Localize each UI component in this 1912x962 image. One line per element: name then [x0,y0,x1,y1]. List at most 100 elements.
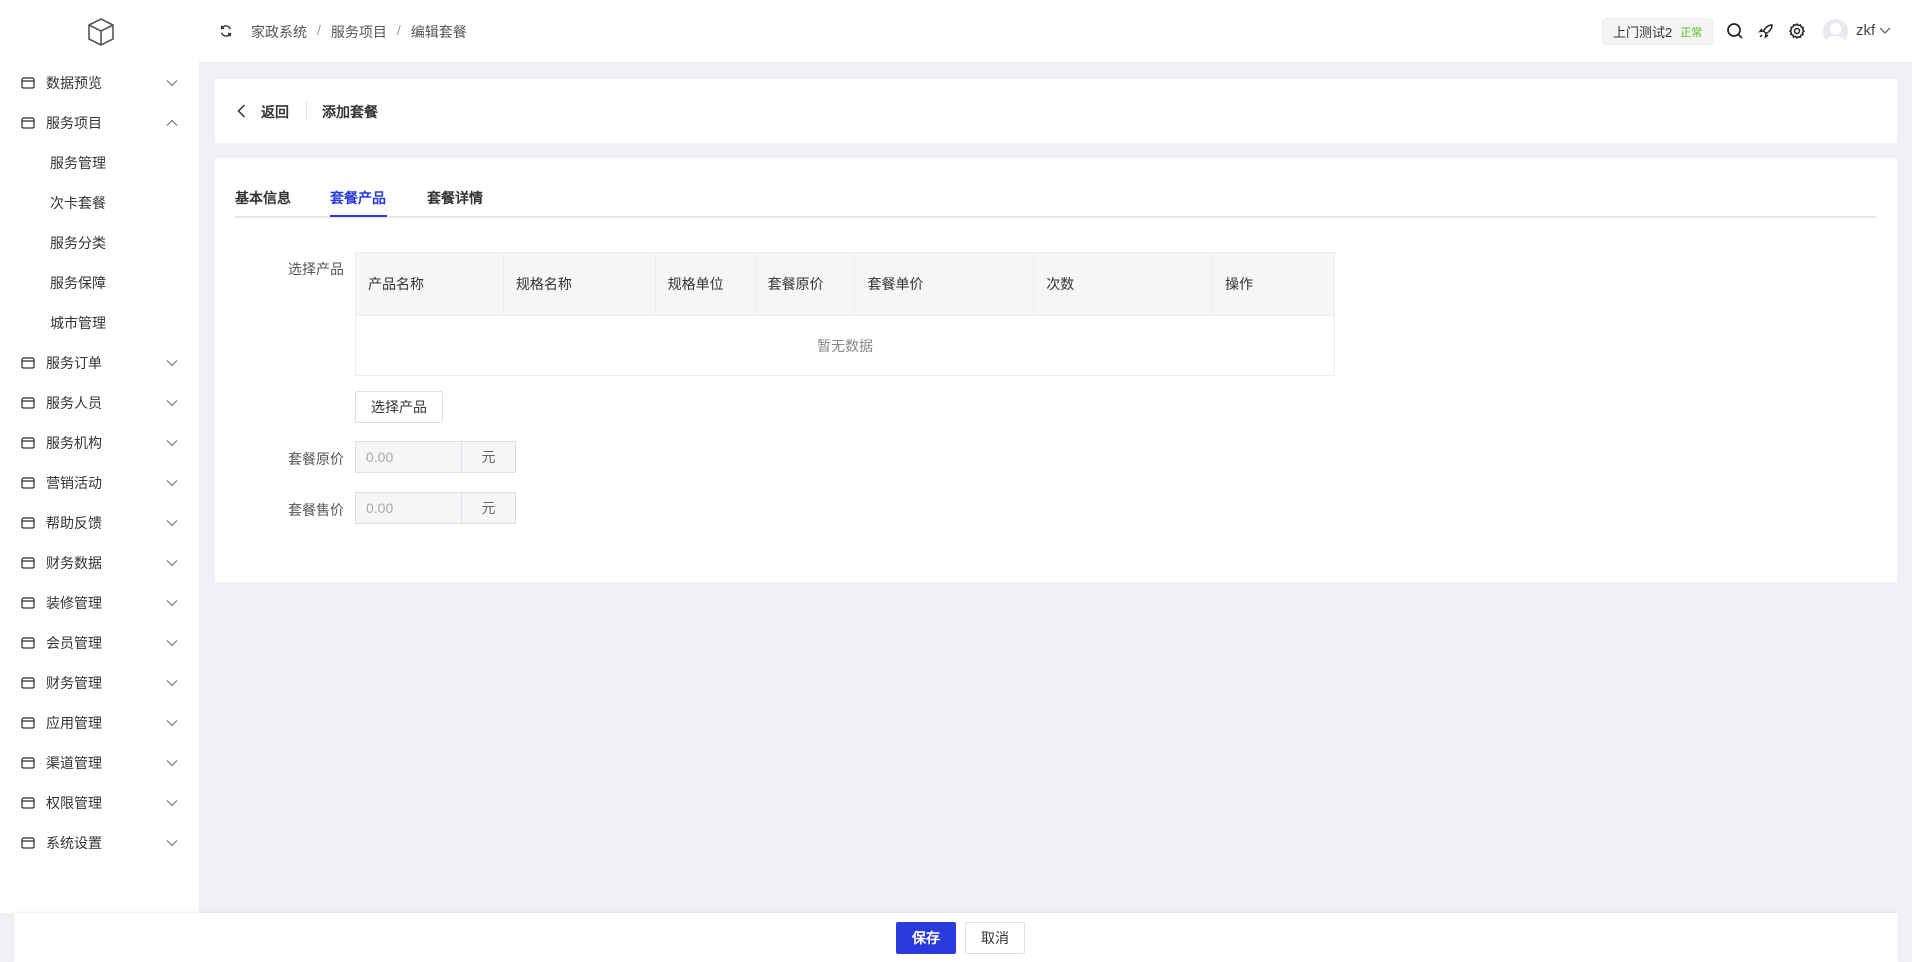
empty-state: 暂无数据 [355,315,1335,376]
tab-package-products[interactable]: 套餐产品 [330,188,386,208]
sidebar-item-10[interactable]: 财务管理 [0,663,199,703]
sidebar-item-3[interactable]: 服务人员 [0,383,199,423]
sidebar-item-label: 服务人员 [46,395,102,411]
sidebar-subitem[interactable]: 次卡套餐 [0,183,199,223]
sidebar-item-13[interactable]: 权限管理 [0,783,199,823]
sidebar-item-8[interactable]: 装修管理 [0,583,199,623]
select-product-button[interactable]: 选择产品 [355,391,443,423]
sidebar-item-0[interactable]: 数据预览 [0,63,199,103]
chevron-down-icon [166,720,178,727]
divider [306,101,307,121]
rocket-icon[interactable] [1756,21,1776,41]
sidebar-subitem[interactable]: 服务保障 [0,263,199,303]
chevron-left-icon[interactable] [237,104,246,118]
avatar[interactable] [1823,19,1848,44]
sidebar-item-6[interactable]: 帮助反馈 [0,503,199,543]
card-icon [20,115,36,131]
sidebar-item-2[interactable]: 服务订单 [0,343,199,383]
original-price-value[interactable]: 0.00 [356,442,462,472]
page-header-card: 返回 添加套餐 [215,79,1897,143]
column-header: 套餐单价 [854,252,1035,316]
chevron-down-icon [166,520,178,527]
column-header: 规格单位 [654,252,756,316]
product-table: 产品名称 规格名称 规格单位 套餐原价 套餐单价 次数 操作 暂无数据 [355,252,1335,376]
back-button[interactable]: 返回 [261,102,289,122]
chevron-down-icon [166,640,178,647]
sidebar-item-12[interactable]: 渠道管理 [0,743,199,783]
footer-bar: 保存 取消 [14,913,1898,962]
sidebar-item-7[interactable]: 财务数据 [0,543,199,583]
sidebar-item-5[interactable]: 营销活动 [0,463,199,503]
chevron-up-icon [166,119,178,126]
tab-basic-info[interactable]: 基本信息 [235,188,291,208]
sidebar-item-label: 营销活动 [46,475,102,491]
chevron-down-icon [166,760,178,767]
chevron-down-icon [166,840,178,847]
column-header: 次数 [1033,252,1214,316]
column-header: 操作 [1212,252,1335,316]
sidebar: 数据预览 服务项目服务管理次卡套餐服务分类服务保障城市管理服务订单服务人员服务机构… [0,0,199,913]
unit-suffix: 元 [481,449,496,465]
sidebar-subitem[interactable]: 服务管理 [0,143,199,183]
sidebar-item-14[interactable]: 系统设置 [0,823,199,863]
chevron-down-icon [166,560,178,567]
chevron-down-icon [166,600,178,607]
form-card: 基本信息 套餐产品 套餐详情 选择产品 产品名称 规格名称 规格单位 套餐原价 … [215,158,1897,582]
save-button[interactable]: 保存 [896,922,956,954]
breadcrumb-item: 编辑套餐 [410,24,467,40]
sidebar-subitem-label: 城市管理 [50,315,106,331]
sale-price-value[interactable]: 0.00 [356,493,462,523]
sidebar-subitem-label: 次卡套餐 [50,195,106,211]
app-icon [20,715,36,731]
sidebar-item-label: 会员管理 [46,635,102,651]
sidebar-item-9[interactable]: 会员管理 [0,623,199,663]
chevron-down-icon [166,680,178,687]
page-title: 添加套餐 [322,104,378,120]
sidebar-subitem[interactable]: 服务分类 [0,223,199,263]
cancel-button[interactable]: 取消 [965,922,1025,954]
chevron-down-icon [166,800,178,807]
marketing-icon [20,475,36,491]
lock-icon [20,795,36,811]
sidebar-item-label: 权限管理 [46,795,102,811]
sidebar-subitem[interactable]: 城市管理 [0,303,199,343]
sidebar-item-1[interactable]: 服务项目 [0,103,199,143]
tabs-baseline [235,216,1876,218]
tenant-name: 上门测试2 [1613,25,1673,40]
gear-icon[interactable] [1787,21,1807,41]
original-price-label: 套餐原价 [288,451,344,467]
sale-price-label: 套餐售价 [288,502,344,518]
sidebar-item-label: 应用管理 [46,715,102,731]
channel-icon [20,755,36,771]
refresh-icon[interactable] [219,24,233,38]
sidebar-item-label: 财务数据 [46,555,102,571]
finance-manage-icon [20,675,36,691]
tab-package-details[interactable]: 套餐详情 [427,188,483,208]
sidebar-item-11[interactable]: 应用管理 [0,703,199,743]
sidebar-item-4[interactable]: 服务机构 [0,423,199,463]
breadcrumb-item[interactable]: 服务项目 [331,22,387,42]
member-icon [20,635,36,651]
finance-icon [20,555,36,571]
chevron-down-icon [166,80,178,87]
active-tab-indicator [330,215,387,217]
tenant-badge[interactable]: 上门测试2 正常 [1602,18,1714,45]
chevron-down-icon[interactable] [1879,26,1891,36]
order-icon [20,355,36,371]
sidebar-item-label: 渠道管理 [46,755,102,771]
original-price-input[interactable]: 0.00 元 [355,441,516,473]
breadcrumb-item[interactable]: 家政系统 [251,22,307,42]
sidebar-subitem-label: 服务保障 [50,275,106,291]
table-header-row: 产品名称 规格名称 规格单位 套餐原价 套餐单价 次数 操作 [355,252,1335,316]
chevron-down-icon [166,480,178,487]
search-icon[interactable] [1725,21,1745,41]
sidebar-subitem-label: 服务分类 [50,235,106,251]
sidebar-item-label: 服务订单 [46,355,102,371]
column-header: 规格名称 [502,252,656,316]
gear-icon [20,835,36,851]
sidebar-subitem-label: 服务管理 [50,155,106,171]
sale-price-input[interactable]: 0.00 元 [355,492,516,524]
unit-suffix: 元 [481,500,496,516]
sidebar-item-label: 装修管理 [46,595,102,611]
username[interactable]: zkf [1856,22,1875,39]
